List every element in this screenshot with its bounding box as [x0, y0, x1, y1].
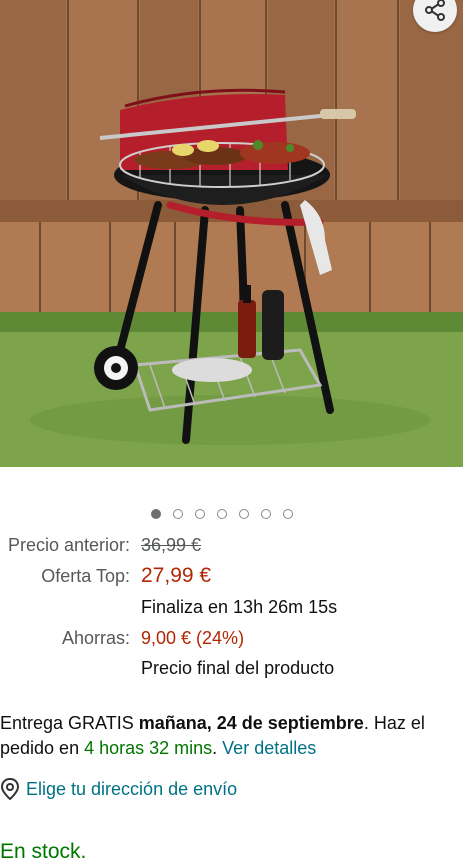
share-icon [425, 0, 445, 21]
choose-address-link[interactable]: Elige tu dirección de envío [0, 778, 237, 800]
savings-label: Ahorras: [61, 628, 130, 648]
carousel-dot[interactable] [151, 509, 161, 519]
bbq-grill-image [0, 0, 463, 467]
previous-price-value: 36,99 € [141, 535, 202, 555]
previous-price-label: Precio anterior: [7, 535, 130, 555]
carousel-dot[interactable] [173, 509, 183, 519]
delivery-countdown: 4 horas 32 mins [84, 738, 213, 758]
choose-address-label[interactable]: Elige tu dirección de envío [26, 779, 237, 800]
carousel-dot[interactable] [261, 509, 271, 519]
delivery-date: mañana, 24 de septiembre [138, 713, 364, 733]
delivery-prefix: Entrega GRATIS [0, 713, 139, 733]
savings-value: 9,00 € (24%) [141, 628, 245, 648]
final-price-note: Precio final del producto [141, 658, 335, 678]
carousel-dot[interactable] [283, 509, 293, 519]
stock-status: En stock. [0, 840, 87, 863]
offer-countdown: Finaliza en 13h 26m 15s [141, 597, 338, 617]
delivery-details-link[interactable]: Ver detalles [222, 738, 316, 758]
delivery-info: Entrega GRATIS mañana, 24 de septiembre.… [0, 711, 470, 761]
image-carousel-dots[interactable] [151, 509, 293, 519]
product-image[interactable] [0, 0, 463, 467]
carousel-dot[interactable] [195, 509, 205, 519]
offer-price: 27,99 € [141, 564, 212, 587]
carousel-dot[interactable] [217, 509, 227, 519]
delivery-separator: . [212, 738, 223, 758]
carousel-dot[interactable] [239, 509, 249, 519]
location-pin-icon [0, 778, 20, 800]
offer-label: Oferta Top: [41, 566, 130, 586]
